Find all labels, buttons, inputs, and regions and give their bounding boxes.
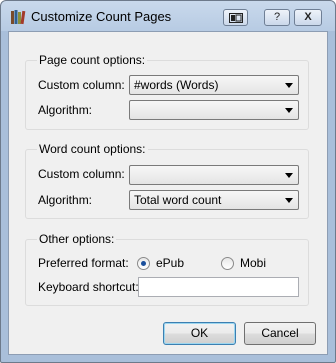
page-count-legend: Page count options: bbox=[37, 53, 148, 67]
radio-epub[interactable] bbox=[137, 257, 150, 270]
restore-button[interactable] bbox=[223, 9, 248, 26]
other-options-legend: Other options: bbox=[37, 232, 117, 246]
ok-button[interactable]: OK bbox=[163, 322, 236, 345]
word-algorithm-value: Total word count bbox=[134, 193, 222, 207]
chevron-down-icon bbox=[285, 198, 293, 203]
radio-selected-dot bbox=[141, 261, 146, 266]
chevron-down-icon bbox=[285, 83, 293, 88]
window-title: Customize Count Pages bbox=[31, 9, 172, 24]
dialog-window: Customize Count Pages ? X Page count opt… bbox=[0, 0, 336, 363]
radio-mobi-label[interactable]: Mobi bbox=[240, 256, 266, 270]
cancel-button[interactable]: Cancel bbox=[244, 322, 316, 345]
word-algorithm-select[interactable]: Total word count bbox=[129, 190, 299, 210]
word-count-legend: Word count options: bbox=[37, 142, 148, 156]
window-restore-icon bbox=[228, 13, 243, 23]
close-button[interactable]: X bbox=[294, 9, 322, 26]
page-custom-column-label: Custom column: bbox=[38, 78, 125, 92]
word-algorithm-label: Algorithm: bbox=[38, 193, 93, 207]
keyboard-shortcut-label: Keyboard shortcut: bbox=[38, 280, 139, 294]
chevron-down-icon bbox=[285, 108, 293, 113]
word-custom-column-select[interactable] bbox=[129, 165, 299, 185]
page-algorithm-label: Algorithm: bbox=[38, 103, 93, 117]
page-algorithm-select[interactable] bbox=[129, 100, 299, 120]
chevron-down-icon bbox=[285, 173, 293, 178]
title-bar[interactable]: Customize Count Pages ? X bbox=[1, 1, 335, 31]
books-icon bbox=[11, 10, 26, 25]
keyboard-shortcut-input[interactable] bbox=[138, 277, 299, 297]
radio-mobi[interactable] bbox=[221, 257, 234, 270]
help-button[interactable]: ? bbox=[264, 9, 290, 26]
page-custom-column-value: #words (Words) bbox=[134, 78, 219, 92]
page-custom-column-select[interactable]: #words (Words) bbox=[129, 75, 299, 95]
radio-epub-label[interactable]: ePub bbox=[156, 256, 184, 270]
word-custom-column-label: Custom column: bbox=[38, 167, 125, 181]
preferred-format-label: Preferred format: bbox=[38, 256, 129, 270]
